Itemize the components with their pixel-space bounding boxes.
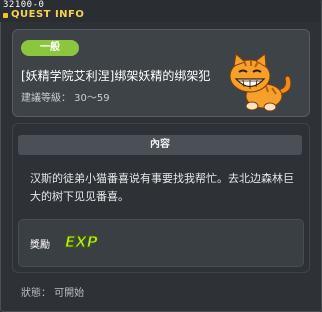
exp-icon: EXP [65, 233, 99, 251]
title-bullet-icon [3, 13, 8, 18]
quest-status: 狀態： 可開始 [21, 288, 85, 299]
exp-icon-text: EXP [65, 233, 98, 250]
reward-box [18, 219, 304, 267]
quest-name: [妖精学院艾利涅]绑架妖精的绑架犯 [21, 69, 211, 83]
window-title: QUEST INFO [11, 9, 85, 20]
reward-label: 獎勵 [30, 240, 50, 251]
category-badge: 一般 [21, 40, 79, 56]
recommended-level: 建議等級： 30～59 [21, 93, 110, 104]
orange-cat-icon [229, 53, 292, 112]
quest-description: 汉斯的徒弟小猫番喜说有事要找我帮忙。去北边森林巨大的树下见见番喜。 [30, 172, 294, 203]
content-header: 內容 [18, 135, 302, 155]
